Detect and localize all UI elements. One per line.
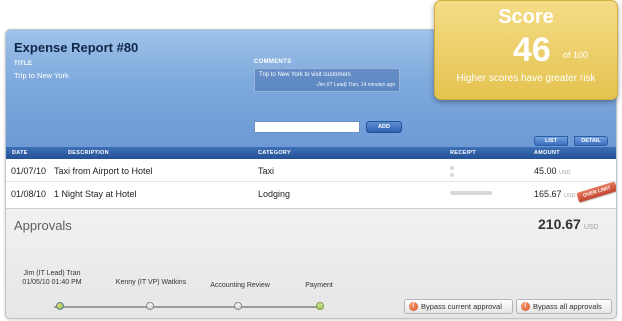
amount-value: 45.00 [534,166,557,176]
risk-score-card: Score 46 of 100 Higher scores have great… [434,0,618,100]
completed-step-icon [56,302,64,310]
total-amount: 210.67 USD [538,216,599,232]
total-value: 210.67 [538,216,581,232]
detail-view-button[interactable]: DETAIL [574,136,608,146]
title-label: TITLE [14,61,33,67]
row-date: 01/08/10 [11,189,47,199]
score-note: Higher scores have greater risk [456,73,596,84]
amount-value: 165.67 [534,189,562,199]
table-header: DATE DESCRIPTION CATEGORY RECEIPT AMOUNT [6,147,616,159]
approval-step-3: Accounting Review [200,281,280,290]
currency-label: USD [559,170,571,176]
column-description[interactable]: DESCRIPTION [68,150,109,156]
over-limit-tag: OVER LIMIT [576,181,616,203]
step-time: 01/05/10 01:40 PM [22,279,82,286]
column-date[interactable]: DATE [12,150,28,156]
comments-label: COMMENTS [254,59,292,65]
warning-circle-icon: ! [409,302,418,311]
row-date: 01/07/10 [11,166,47,176]
approval-step-4: Payment [294,281,344,290]
payment-step-icon [316,302,324,310]
column-category[interactable]: CATEGORY [258,150,291,156]
bypass-current-label: Bypass current approval [421,302,502,311]
score-label: Score [498,6,554,28]
approvals-title: Approvals [14,218,72,233]
approval-step-2: Kenny (IT VP) Watkins [108,278,194,287]
title-value: Trip to New York [14,71,69,80]
column-amount[interactable]: AMOUNT [534,150,560,156]
column-receipt[interactable]: RECEIPT [450,150,476,156]
add-comment-button[interactable]: ADD [366,121,402,133]
row-description: Taxi from Airport to Hotel [54,166,153,176]
table-row[interactable]: 01/07/10 Taxi from Airport to Hotel Taxi… [6,160,616,182]
approval-step-1: Jim (IT Lead) Tran 01/05/10 01:40 PM [20,269,84,287]
report-title: Expense Report #80 [14,40,139,55]
currency-label: USD [564,193,576,199]
comment-text: Trip to New York to visit customers [259,72,351,78]
table-row[interactable]: 01/08/10 1 Night Stay at Hotel Lodging 1… [6,181,616,205]
comment-author: -Jim (IT Lead) Tran, 14 minutes ago [315,82,395,88]
list-view-button[interactable]: LIST [534,136,568,146]
step-name: Accounting Review [210,282,270,289]
receipt-thumbnail[interactable] [450,166,454,170]
row-amount: 45.00 USD [534,166,571,176]
row-category: Taxi [258,166,275,176]
receipt-thumbnail[interactable] [450,191,492,195]
bypass-current-approval-button[interactable]: ! Bypass current approval [404,299,513,314]
row-amount: 165.67 USD [534,189,576,199]
step-name: Payment [305,282,333,289]
bypass-all-label: Bypass all approvals [533,302,602,311]
score-max: of 100 [563,50,589,60]
score-value: 46 [513,31,551,69]
step-name: Jim (IT Lead) Tran [23,270,81,277]
approval-progress-track [54,306,322,308]
total-currency: USD [583,224,599,231]
pending-step-icon [234,302,242,310]
row-category: Lodging [258,189,291,199]
pending-step-icon [146,302,154,310]
receipt-thumbnail[interactable] [450,173,454,177]
bypass-all-approvals-button[interactable]: ! Bypass all approvals [516,299,612,314]
row-description: 1 Night Stay at Hotel [54,189,137,199]
step-name: Kenny (IT VP) Watkins [115,279,187,286]
comment-bubble: Trip to New York to visit customers -Jim… [254,68,400,92]
comment-input[interactable] [254,121,360,133]
warning-circle-icon: ! [521,302,530,311]
